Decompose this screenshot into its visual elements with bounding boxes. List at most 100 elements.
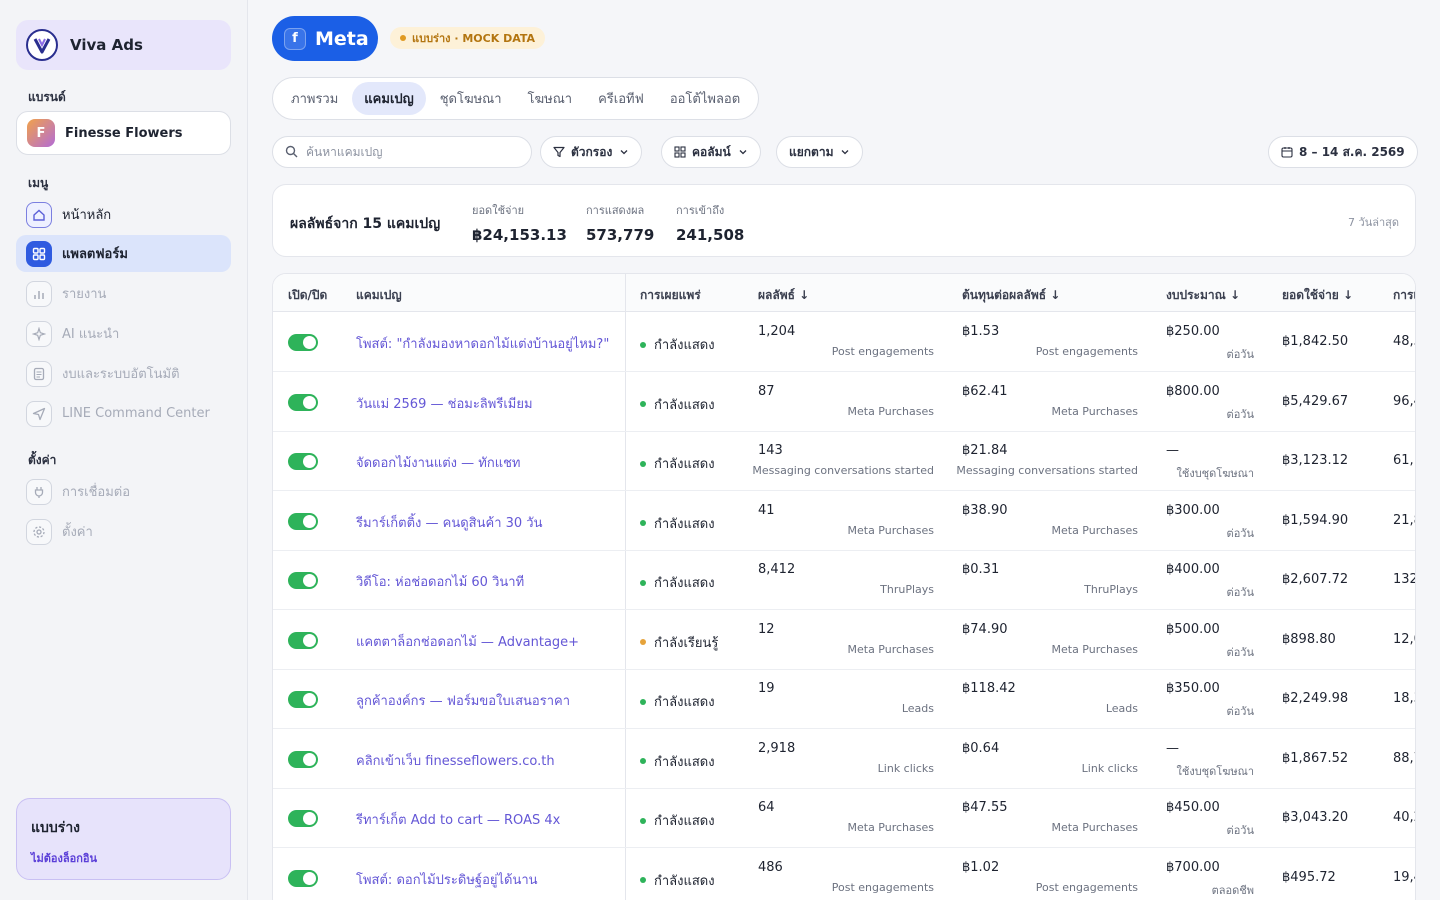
budget-type: ต่อวัน — [1226, 407, 1254, 421]
status-dot-icon — [640, 877, 646, 883]
campaign-name-link[interactable]: วันแม่ 2569 — ช่อมะลิพรีเมียม — [356, 393, 533, 414]
brand-selector[interactable]: F Finesse Flowers — [16, 111, 231, 155]
campaign-name-link[interactable]: รีทาร์เก็ต Add to cart — ROAS 4x — [356, 809, 560, 830]
tab-autopilot[interactable]: ออโต้ไพลอต — [658, 82, 752, 115]
sidebar-item-reports[interactable]: รายงาน — [16, 275, 231, 312]
spend-value: ฿3,043.20 — [1282, 810, 1349, 825]
table-row[interactable]: แคตตาล็อกช่อดอกไม้ — Advantage+ กำลังเรีย… — [273, 610, 1415, 670]
table-row[interactable]: จัดดอกไม้งานแต่ง — ทักแชท กำลังแสดง 143 Mes… — [273, 431, 1415, 491]
header-results[interactable]: ผลลัพธ์ ↓ — [758, 286, 809, 305]
menu-section-label: เมนู — [28, 176, 49, 190]
budget-type: ต่อวัน — [1226, 645, 1254, 659]
settings-section-label: ตั้งค่า — [28, 453, 57, 467]
breakdown-button[interactable]: แยกตาม — [776, 136, 864, 168]
cost-type: Messaging conversations started — [956, 464, 1138, 477]
draft-mode-card[interactable]: แบบร่าง ไม่ต้องล็อกอิน — [16, 798, 231, 880]
status-dot-icon — [640, 341, 646, 348]
tab-ad-sets[interactable]: ชุดโฆษณา — [428, 82, 514, 115]
campaign-name-link[interactable]: โพสต์: "กำลังมองหาดอกไม้แต่งบ้านอยู่ไหม?… — [356, 333, 609, 354]
sidebar-item-line[interactable]: LINE Command Center — [16, 395, 231, 432]
campaign-name-link[interactable]: คลิกเข้าเว็บ finesseflowers.co.th — [356, 750, 555, 771]
tab-ads[interactable]: โฆษณา — [516, 82, 585, 115]
campaign-toggle[interactable] — [288, 631, 318, 649]
campaign-name-link[interactable]: รีมาร์เก็ตติ้ง — คนดูสินค้า 30 วัน — [356, 512, 542, 533]
campaign-name-link[interactable]: จัดดอกไม้งานแต่ง — ทักแชท — [356, 452, 520, 473]
sidebar-item-connections[interactable]: การเชื่อมต่อ — [16, 473, 231, 510]
cost-type: Meta Purchases — [1051, 404, 1139, 418]
table-row[interactable]: วันแม่ 2569 — ช่อมะลิพรีเมียม กำลังแสดง 87… — [273, 372, 1415, 432]
cost-value: ฿1.02 — [962, 859, 1000, 875]
reach-value: 88,7 — [1393, 750, 1415, 766]
header-delivery[interactable]: การเผยแพร่ — [640, 286, 701, 305]
campaign-toggle[interactable] — [288, 334, 318, 351]
table-row[interactable]: โพสต์: "กำลังมองหาดอกไม้แต่งบ้านอยู่ไหม?… — [273, 312, 1415, 372]
campaign-name-link[interactable]: แคตตาล็อกช่อดอกไม้ — Advantage+ — [356, 631, 579, 652]
chevron-down-icon — [738, 147, 748, 157]
tab-creatives[interactable]: ครีเอทีฟ — [586, 82, 656, 115]
app-brand[interactable]: Viva Ads — [16, 20, 231, 70]
budget-value: ฿500.00 — [1166, 621, 1220, 637]
sidebar-item-home[interactable]: หน้าหลัก — [16, 196, 231, 233]
results-value: 64 — [758, 800, 775, 815]
tab-campaigns[interactable]: แคมเปญ — [352, 82, 426, 115]
mock-badge-label: แบบร่าง · MOCK DATA — [412, 32, 536, 45]
header-spend[interactable]: ยอดใช้จ่าย ↓ — [1282, 286, 1353, 305]
campaign-table: เปิด/ปิด แคมเปญ การเผยแพร่ ผลลัพธ์ ↓ ต้น… — [272, 273, 1416, 900]
reach-value: 19,4 — [1393, 869, 1415, 885]
sort-arrow-icon: ↓ — [1050, 288, 1061, 302]
table-row[interactable]: รีทาร์เก็ต Add to cart — ROAS 4x กำลังแสด… — [273, 788, 1415, 848]
sidebar-item-budget[interactable]: งบและระบบอัตโนมัติ — [16, 355, 231, 392]
kpi-impressions: การแสดงผล 573,779 — [586, 201, 654, 244]
tab-overview[interactable]: ภาพรวม — [279, 82, 350, 115]
date-range-button[interactable]: 8 – 14 ส.ค. 2569 — [1268, 136, 1418, 168]
platform-pill-meta[interactable]: f Meta — [272, 16, 378, 61]
campaign-toggle[interactable] — [288, 512, 318, 530]
budget-type: ตลอดชีพ — [1211, 883, 1254, 897]
header-cost-per-result[interactable]: ต้นทุนต่อผลลัพธ์ ↓ — [962, 286, 1060, 305]
results-type: Link clicks — [877, 761, 934, 775]
header-budget[interactable]: งบประมาณ ↓ — [1166, 286, 1240, 305]
table-row[interactable]: คลิกเข้าเว็บ finesseflowers.co.th กำลังแส… — [273, 729, 1415, 789]
cost-value: ฿0.31 — [962, 562, 1000, 577]
status-dot-icon — [640, 758, 646, 764]
delivery-status: กำลังเรียนรู้ — [640, 632, 718, 653]
sparkle-icon — [26, 320, 52, 347]
sidebar-item-settings[interactable]: ตั้งค่า — [16, 513, 231, 550]
campaign-name-link[interactable]: วิดีโอ: ห่อช่อดอกไม้ 60 วินาที — [356, 571, 524, 592]
sidebar-item-label: LINE Command Center — [62, 406, 210, 421]
cost-type: Meta Purchases — [1051, 523, 1139, 537]
spend-value: ฿3,123.12 — [1282, 453, 1349, 468]
campaign-toggle[interactable] — [288, 572, 318, 589]
table-row[interactable]: รีมาร์เก็ตติ้ง — คนดูสินค้า 30 วัน กำลังแ… — [273, 491, 1415, 551]
campaign-toggle[interactable] — [288, 869, 318, 887]
search-input[interactable] — [306, 145, 506, 159]
results-value: 1,204 — [758, 324, 796, 339]
sidebar-item-platform[interactable]: แพลตฟอร์ม — [16, 235, 231, 272]
status-label: กำลังแสดง — [654, 338, 715, 353]
cost-value: ฿21.84 — [962, 443, 1008, 458]
table-header: เปิด/ปิด แคมเปญ การเผยแพร่ ผลลัพธ์ ↓ ต้น… — [273, 274, 1415, 312]
campaign-toggle[interactable] — [288, 393, 318, 411]
campaign-toggle[interactable] — [288, 810, 318, 827]
header-reach[interactable]: การเ — [1393, 286, 1415, 305]
campaign-name-link[interactable]: โพสต์: ดอกไม้ประดิษฐ์อยู่ได้นาน — [356, 869, 538, 890]
status-dot-icon — [640, 698, 646, 705]
app-name: Viva Ads — [70, 36, 143, 54]
results-value: 12 — [758, 621, 775, 637]
columns-button[interactable]: คอลัมน์ — [661, 136, 761, 168]
campaign-toggle[interactable] — [288, 750, 318, 768]
draft-title: แบบร่าง — [31, 820, 81, 836]
campaign-toggle[interactable] — [288, 691, 318, 708]
spend-value: ฿2,607.72 — [1282, 572, 1349, 587]
delivery-status: กำลังแสดง — [640, 691, 715, 712]
table-row[interactable]: โพสต์: ดอกไม้ประดิษฐ์อยู่ได้นาน กำลังแสดง… — [273, 848, 1415, 900]
header-campaign[interactable]: แคมเปญ — [356, 286, 402, 305]
filter-button[interactable]: ตัวกรอง — [540, 136, 643, 168]
campaign-toggle[interactable] — [288, 453, 318, 470]
table-row[interactable]: ลูกค้าองค์กร — ฟอร์มขอใบเสนอราคา กำลังแสด… — [273, 669, 1415, 729]
sidebar-item-ai[interactable]: AI แนะนำ — [16, 315, 231, 352]
table-row[interactable]: วิดีโอ: ห่อช่อดอกไม้ 60 วินาที กำลังแสดง 8… — [273, 550, 1415, 610]
results-type: Meta Purchases — [847, 523, 935, 537]
campaign-name-link[interactable]: ลูกค้าองค์กร — ฟอร์มขอใบเสนอราคา — [356, 690, 570, 711]
kpi-spend: ยอดใช้จ่าย ฿24,153.13 — [472, 201, 567, 244]
